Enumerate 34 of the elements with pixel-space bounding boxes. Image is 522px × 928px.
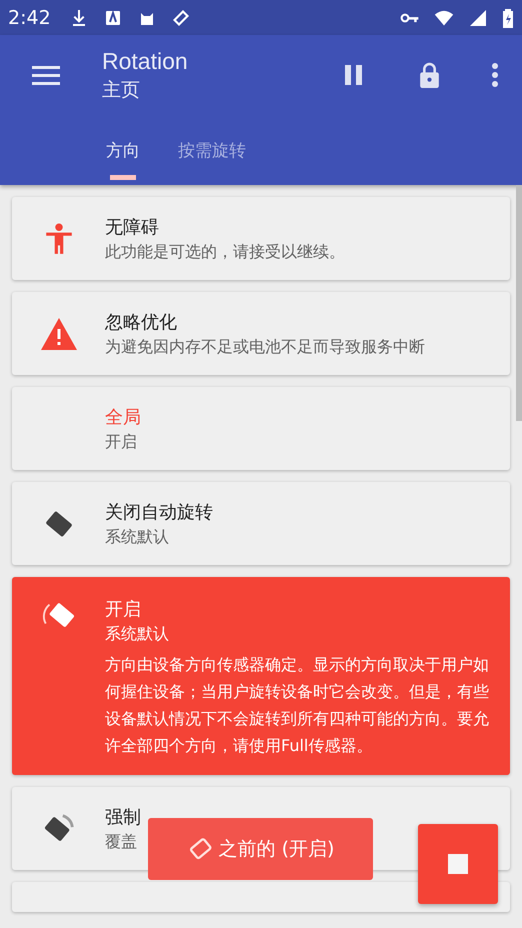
option-subtitle: 此功能是可选的，请接受以继续。: [105, 242, 345, 262]
page-subtitle: 主页: [102, 78, 141, 102]
signal-icon: [468, 8, 488, 28]
option-title: 关闭自动旋转: [105, 500, 213, 524]
option-card[interactable]: 忽略优化 为避免因内存不足或电池不足而导致服务中断: [12, 292, 510, 375]
option-subtitle: 覆盖: [105, 832, 138, 852]
more-icon: [492, 63, 498, 87]
option-subtitle: 系统默认: [105, 624, 170, 645]
stop-icon: [448, 854, 468, 874]
option-subtitle: 为避免因内存不足或电池不足而导致服务中断: [105, 336, 425, 358]
option-title: 强制: [105, 806, 141, 828]
person-icon: [44, 222, 72, 254]
option-title: 忽略优化: [105, 310, 178, 334]
option-card[interactable]: 无障碍 此功能是可选的，请接受以继续。: [12, 197, 510, 280]
option-description: 方向由设备方向传感器确定。显示的方向取决于用户如何握住设备；当用户旋转设备时它会改变。但是，有些设备默认情况下不会旋转到所有四种可能的方向。要允许全部四个方向，请使用Full传感器。: [105, 654, 490, 757]
option-card[interactable]: 关闭自动旋转 系统默认: [12, 482, 510, 565]
tag-icon: [170, 8, 191, 28]
toast-text: 之前的 (开启): [218, 837, 334, 862]
option-card[interactable]: 开启 系统默认 方向由设备方向传感器确定。显示的方向取决于用户如何握住设备；当用户旋转设备时它会改变。但是，有些设备默认情况下不会旋转到所有四种可能的方向。要允许全部四个方向，请使用Full传感器。: [12, 577, 510, 775]
battery-icon: [502, 8, 514, 28]
stop-button[interactable]: [418, 824, 498, 904]
option-title: 全局: [105, 406, 141, 428]
option-title: 开启: [105, 598, 142, 621]
warning-icon: [40, 318, 78, 350]
lock-icon: [419, 62, 440, 88]
clock: 2:42: [8, 6, 51, 28]
app-title: Rotation: [102, 48, 189, 74]
option-subtitle: 开启: [105, 432, 138, 452]
tab[interactable]: 方向: [104, 131, 142, 180]
tab[interactable]: 按需旋转: [176, 131, 248, 180]
option-subtitle: 系统默认: [105, 526, 170, 548]
option-title: 无障碍: [105, 216, 160, 238]
pause-icon: [345, 64, 363, 86]
option-card[interactable]: 全局 开启: [12, 387, 510, 470]
